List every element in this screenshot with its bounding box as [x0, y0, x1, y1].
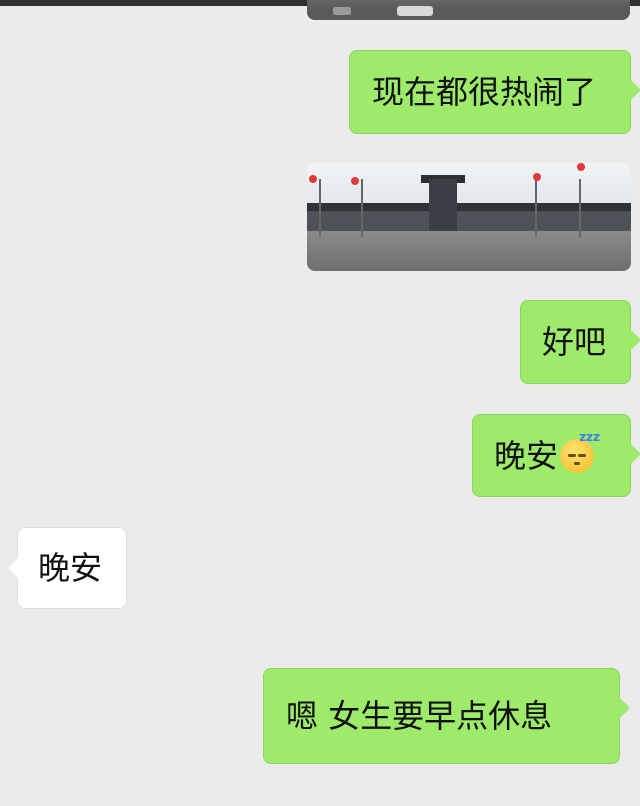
image-balloon	[577, 163, 585, 171]
message-text: 现在都很热闹了	[372, 73, 597, 111]
message-text: 好吧	[542, 323, 607, 361]
image-message-partial[interactable]	[307, 0, 630, 20]
emoji-eye-right	[578, 453, 587, 457]
image-car	[397, 6, 433, 16]
image-tower	[429, 179, 457, 235]
image-balloon	[533, 173, 541, 181]
message-text: 晚安	[494, 436, 559, 475]
message-text: 嗯 女生要早点休息	[286, 697, 553, 735]
chat-area[interactable]: 现在都很热闹了 好吧 晚安 zzz 晚安 嗯 女生要早点休息	[0, 0, 640, 806]
image-pole	[361, 179, 363, 237]
sleeping-face-icon: zzz	[560, 431, 600, 473]
received-message-bubble[interactable]: 晚安	[8, 527, 127, 609]
image-square	[307, 231, 631, 271]
message-text: 晚安	[38, 549, 103, 587]
emoji-mouth	[574, 461, 581, 465]
emoji-zzz: zzz	[579, 429, 601, 444]
emoji-eye-left	[568, 453, 577, 457]
image-balloon	[351, 177, 359, 185]
sent-message-bubble[interactable]: 现在都很热闹了	[349, 50, 640, 134]
image-pole	[319, 179, 321, 237]
image-message[interactable]	[307, 163, 631, 271]
sent-message-bubble[interactable]: 晚安 zzz	[472, 414, 640, 497]
image-pole	[535, 179, 537, 237]
sent-message-bubble[interactable]: 嗯 女生要早点休息	[263, 668, 630, 764]
sent-message-bubble[interactable]: 好吧	[520, 300, 640, 384]
image-car-small	[333, 7, 351, 15]
image-pole	[579, 179, 581, 237]
image-roofline	[307, 203, 631, 211]
image-balloon	[309, 175, 317, 183]
image-road	[307, 8, 630, 20]
